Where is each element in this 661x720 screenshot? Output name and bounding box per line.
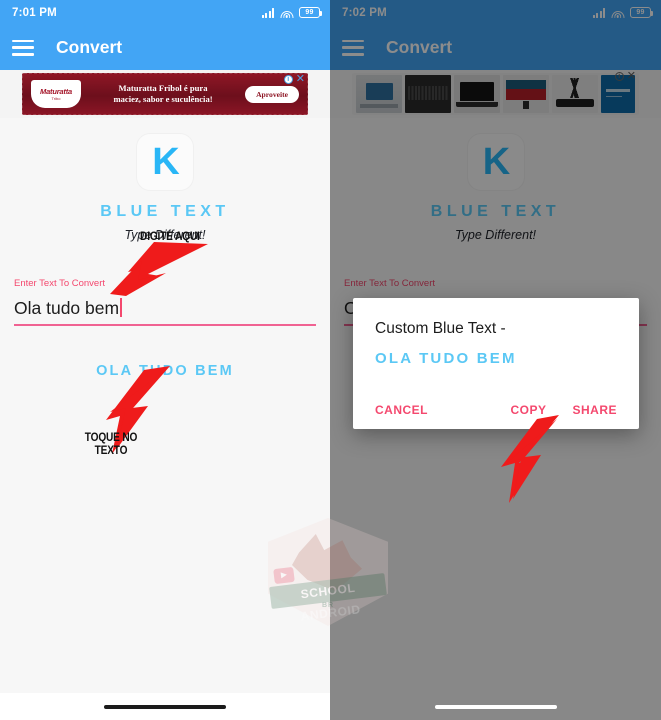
signal-bars-icon (261, 8, 274, 18)
dialog-converted-text: OLA TUDO BEM (375, 350, 517, 367)
text-caret (120, 298, 122, 317)
screenshot-stage: 7:01 PM 99 Convert Maturatta Tribo Matur… (0, 0, 661, 720)
status-time: 7:01 PM (12, 6, 57, 19)
gesture-pill-right[interactable] (434, 704, 557, 709)
text-input[interactable]: Ola tudo bem (14, 295, 316, 326)
ad-banner[interactable]: Maturatta Tribo Maturatta Fribol é pura … (22, 73, 308, 115)
app-logo: K (137, 134, 193, 190)
brand-block: K BLUE TEXT Type Different! (0, 118, 330, 242)
annotation-tap-text-line1: TOQUE NO (84, 432, 138, 444)
ad-close-icon[interactable]: ✕ (296, 74, 305, 85)
ad-headline: Maturatta Fribol é pura maciez, sabor e … (81, 83, 245, 105)
cancel-button[interactable]: CANCEL (375, 403, 428, 417)
ad-headline-line2: maciez, sabor e suculência! (113, 94, 213, 104)
app-logo-letter: K (152, 141, 179, 183)
status-icons: 99 (261, 7, 323, 18)
app-bar-title: Convert (56, 37, 123, 57)
annotation-arrow-to-input (110, 242, 208, 296)
dialog-title: Custom Blue Text - (375, 320, 506, 337)
annotation-tap-text-line2: TEXTO (94, 444, 128, 457)
ad-badges: i ✕ (283, 74, 305, 85)
custom-blue-text-dialog: Custom Blue Text - OLA TUDO BEM CANCEL C… (353, 298, 639, 429)
gesture-nav-bar (0, 693, 330, 720)
ad-brand-sub: Tribo (51, 96, 61, 101)
left-phone-screen: 7:01 PM 99 Convert Maturatta Tribo Matur… (0, 0, 330, 720)
hamburger-menu-icon[interactable] (12, 39, 34, 56)
status-bar: 7:01 PM 99 (0, 0, 330, 25)
share-button[interactable]: SHARE (572, 403, 617, 417)
ad-headline-line1: Maturatta Fribol é pura (118, 83, 208, 93)
wifi-icon (280, 8, 293, 18)
battery-icon: 99 (299, 7, 323, 18)
gesture-nav-bar-right (330, 693, 661, 720)
text-input-value[interactable]: Ola tudo bem (14, 298, 119, 319)
ad-brand-name: Maturatta (40, 87, 72, 96)
ad-banner-slot[interactable]: Maturatta Tribo Maturatta Fribol é pura … (0, 70, 330, 118)
annotation-arrow-to-copy (501, 415, 559, 503)
ad-info-icon[interactable]: i (283, 75, 293, 84)
gesture-pill[interactable] (104, 704, 226, 709)
ad-brand-logo: Maturatta Tribo (31, 80, 81, 108)
annotation-tap-text: TOQUE NO TEXTO (82, 432, 140, 458)
right-phone-screen: 7:02 PM 99 Convert i ✕ K BLUE TEXT Type … (330, 0, 661, 720)
app-bar: Convert (0, 25, 330, 70)
brand-title: BLUE TEXT (100, 203, 230, 220)
battery-level: 99 (305, 9, 314, 16)
ad-cta-button[interactable]: Aproveite (245, 85, 299, 103)
